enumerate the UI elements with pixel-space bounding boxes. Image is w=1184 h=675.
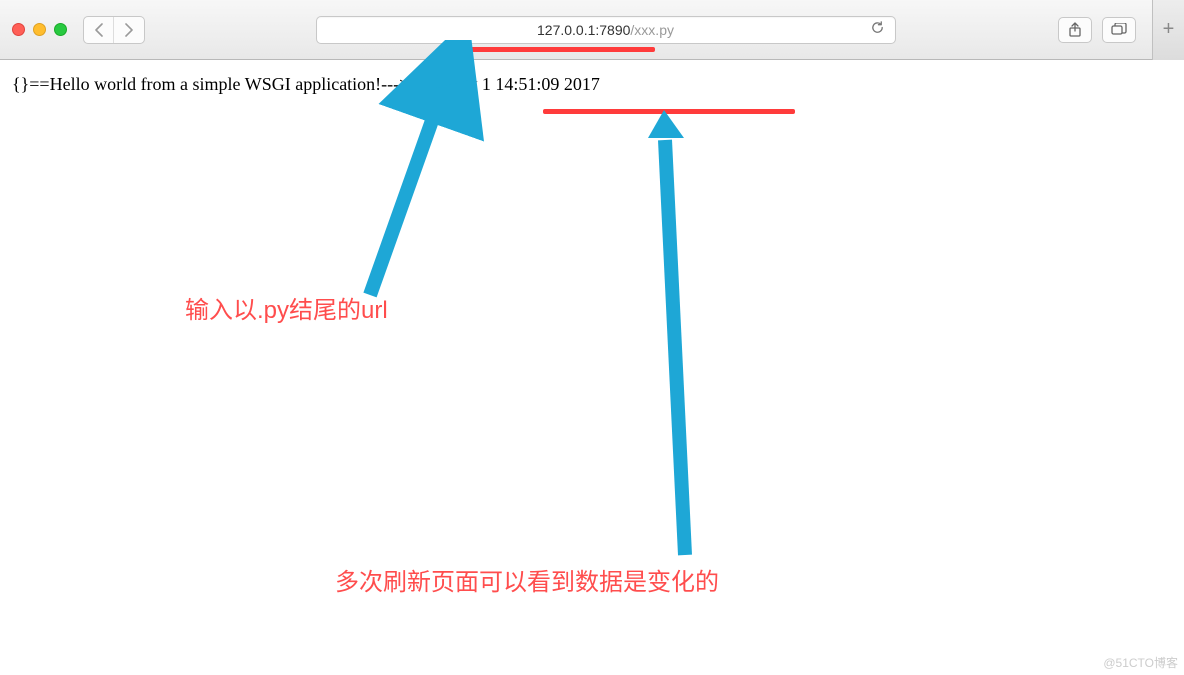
address-bar-container: 127.0.0.1:7890/xxx.py [161,16,1050,44]
url-host: 127.0.0.1:7890 [537,22,630,38]
annotation-label-url: 输入以.py结尾的url [185,290,388,325]
toolbar-right: + [1058,0,1172,60]
tabs-button[interactable] [1102,17,1136,43]
url-path: /xxx.py [630,22,674,38]
watermark: @51CTO博客 [1103,654,1178,671]
nav-button-group [83,16,145,44]
address-bar[interactable]: 127.0.0.1:7890/xxx.py [316,16,896,44]
annotation-label-refresh: 多次刷新页面可以看到数据是变化的 [335,562,719,597]
annotation-underline-date [543,109,795,114]
new-tab-button[interactable]: + [1152,0,1184,60]
minimize-window-button[interactable] [33,23,46,36]
page-body-text: {}==Hello world from a simple WSGI appli… [12,74,600,94]
maximize-window-button[interactable] [54,23,67,36]
share-button[interactable] [1058,17,1092,43]
close-window-button[interactable] [12,23,25,36]
back-button[interactable] [84,17,114,43]
page-content: {}==Hello world from a simple WSGI appli… [0,60,1184,109]
forward-button[interactable] [114,17,144,43]
annotation-underline-url [460,47,655,52]
reload-icon[interactable] [870,20,885,39]
window-controls [12,23,67,36]
annotation-arrow-date [600,110,760,570]
